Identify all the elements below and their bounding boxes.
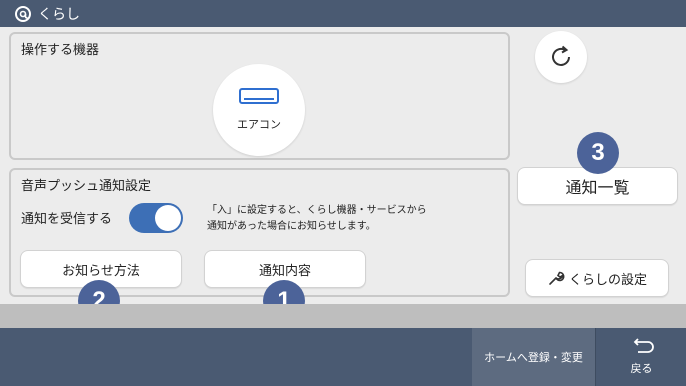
back-button[interactable]: 戻る xyxy=(597,328,686,386)
back-arrow-icon xyxy=(633,338,654,353)
device-label: エアコン xyxy=(237,118,281,131)
footer-bar: ホームへ登録・変更 戻る xyxy=(0,328,686,386)
receive-description: 「入」に設定すると、くらし機器・サービスから 通知があった場合にお知らせします。 xyxy=(207,203,487,235)
kurashi-settings-label: くらしの設定 xyxy=(568,272,647,288)
wrench-icon xyxy=(549,271,565,285)
kurashi-logo-icon xyxy=(15,5,31,22)
refresh-button[interactable] xyxy=(535,31,587,83)
badge-3: 3 xyxy=(577,132,619,174)
kurashi-settings-button[interactable]: くらしの設定 xyxy=(525,259,669,297)
description-line-2: 通知があった場合にお知らせします。 xyxy=(207,221,376,232)
receive-notification-toggle[interactable] xyxy=(129,203,183,233)
toggle-knob xyxy=(155,205,181,231)
back-label: 戻る xyxy=(630,362,653,375)
description-line-1: 「入」に設定すると、くらし機器・サービスから xyxy=(207,205,427,216)
register-home-button[interactable]: ホームへ登録・変更 xyxy=(472,328,596,386)
main-area: 操作する機器 エアコン 音声プッシュ通知設定 通知を受信する 「入」に設定すると… xyxy=(0,27,686,322)
voice-push-panel: 音声プッシュ通知設定 通知を受信する 「入」に設定すると、くらし機器・サービスか… xyxy=(9,168,510,297)
title-bar: くらし xyxy=(0,0,686,27)
voice-push-panel-title: 音声プッシュ通知設定 xyxy=(21,179,152,194)
device-panel: 操作する機器 エアコン xyxy=(9,32,510,160)
refresh-icon xyxy=(552,45,570,66)
aircon-device-button[interactable]: エアコン xyxy=(213,64,305,156)
app-title: くらし xyxy=(38,6,80,23)
divider-strip xyxy=(0,304,686,328)
air-conditioner-icon xyxy=(239,88,279,104)
receive-notification-label: 通知を受信する xyxy=(21,212,113,227)
device-panel-title: 操作する機器 xyxy=(21,43,100,58)
